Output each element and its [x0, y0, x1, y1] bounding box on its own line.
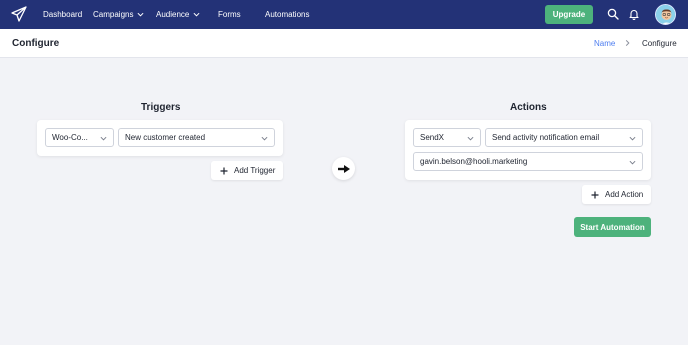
add-trigger-label: Add Trigger	[234, 166, 276, 175]
flow-arrow	[332, 157, 355, 180]
action-type-select[interactable]: Send activity notification email	[485, 128, 643, 147]
plus-icon	[220, 167, 228, 174]
action-app-select[interactable]: SendX	[413, 128, 481, 147]
add-action-button[interactable]: Add Action	[582, 185, 651, 204]
nav-dashboard-label: Dashboard	[43, 10, 83, 19]
nav-forms-label: Forms	[218, 10, 241, 19]
triggers-card: Woo-Co... New customer created	[37, 120, 283, 156]
top-navbar: Dashboard Campaigns Audience Forms Autom…	[0, 0, 688, 29]
chevron-down-icon	[100, 136, 107, 141]
action-type-value: Send activity notification email	[492, 133, 600, 142]
search-icon[interactable]	[607, 8, 619, 20]
action-recipient-value: gavin.belson@hooli.marketing	[420, 157, 528, 166]
trigger-event-select[interactable]: New customer created	[118, 128, 275, 147]
upgrade-button[interactable]: Upgrade	[545, 5, 593, 24]
trigger-app-value: Woo-Co...	[52, 133, 88, 142]
nav-campaigns-label: Campaigns	[93, 10, 134, 19]
add-action-label: Add Action	[605, 190, 644, 199]
action-app-value: SendX	[420, 133, 445, 142]
plus-icon	[591, 191, 599, 198]
bell-icon[interactable]	[628, 8, 640, 20]
triggers-title: Triggers	[141, 102, 181, 113]
chevron-down-icon	[137, 12, 144, 17]
chevron-down-icon	[629, 160, 636, 165]
chevron-down-icon	[467, 136, 474, 141]
breadcrumb-link-name[interactable]: Name	[594, 39, 615, 48]
nav-campaigns[interactable]: Campaigns	[93, 0, 144, 29]
nav-automations-label: Automations	[265, 10, 310, 19]
nav-forms[interactable]: Forms	[218, 0, 241, 29]
add-trigger-button[interactable]: Add Trigger	[211, 161, 283, 180]
start-automation-button[interactable]: Start Automation	[574, 217, 651, 237]
arrow-right-icon	[337, 164, 350, 173]
user-avatar[interactable]	[655, 4, 676, 25]
page-title: Configure	[12, 38, 60, 49]
trigger-app-select[interactable]: Woo-Co...	[45, 128, 114, 147]
page-header: Configure Name Configure	[0, 29, 688, 58]
action-recipient-select[interactable]: gavin.belson@hooli.marketing	[413, 152, 643, 171]
actions-card: SendX Send activity notification email g…	[405, 120, 651, 180]
chevron-right-icon	[625, 40, 630, 46]
nav-audience-label: Audience	[156, 10, 190, 19]
nav-audience[interactable]: Audience	[156, 0, 200, 29]
breadcrumb-current: Configure	[642, 39, 677, 48]
chevron-down-icon	[261, 136, 268, 141]
nav-automations[interactable]: Automations	[265, 0, 309, 29]
nav-dashboard[interactable]: Dashboard	[43, 0, 82, 29]
chevron-down-icon	[629, 136, 636, 141]
chevron-down-icon	[193, 12, 200, 17]
avatar-face-icon	[656, 5, 675, 24]
paper-plane-logo-icon[interactable]	[11, 6, 27, 22]
trigger-event-value: New customer created	[125, 133, 206, 142]
actions-title: Actions	[510, 102, 547, 113]
